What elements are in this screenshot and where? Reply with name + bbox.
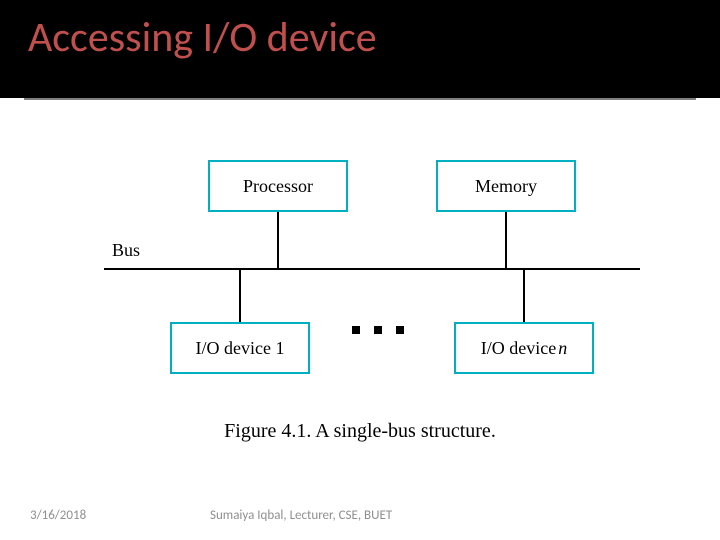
title-underline [24, 98, 696, 100]
dot-icon [374, 326, 382, 334]
footer-date: 3/16/2018 [30, 508, 86, 523]
box-io-device-n: I/O device n [454, 322, 594, 374]
dot-icon [352, 326, 360, 334]
box-memory: Memory [436, 160, 576, 212]
stub-processor [277, 212, 279, 268]
stub-io1 [239, 270, 241, 322]
stub-ion [523, 270, 525, 322]
io-device-n-var: n [558, 338, 567, 359]
box-processor: Processor [208, 160, 348, 212]
box-io-device-1: I/O device 1 [170, 322, 310, 374]
bus-label: Bus [112, 240, 140, 261]
figure-caption: Figure 4.1. A single-bus structure. [0, 420, 720, 443]
stub-memory [505, 212, 507, 268]
ellipsis-icon [352, 326, 404, 334]
dot-icon [396, 326, 404, 334]
slide: Accessing I/O device Processor Memory Bu… [0, 0, 720, 540]
slide-title: Accessing I/O device [28, 12, 377, 63]
io-device-n-prefix: I/O device [481, 338, 556, 359]
footer-author: Sumaiya Iqbal, Lecturer, CSE, BUET [210, 508, 392, 523]
bus-line [104, 268, 640, 270]
